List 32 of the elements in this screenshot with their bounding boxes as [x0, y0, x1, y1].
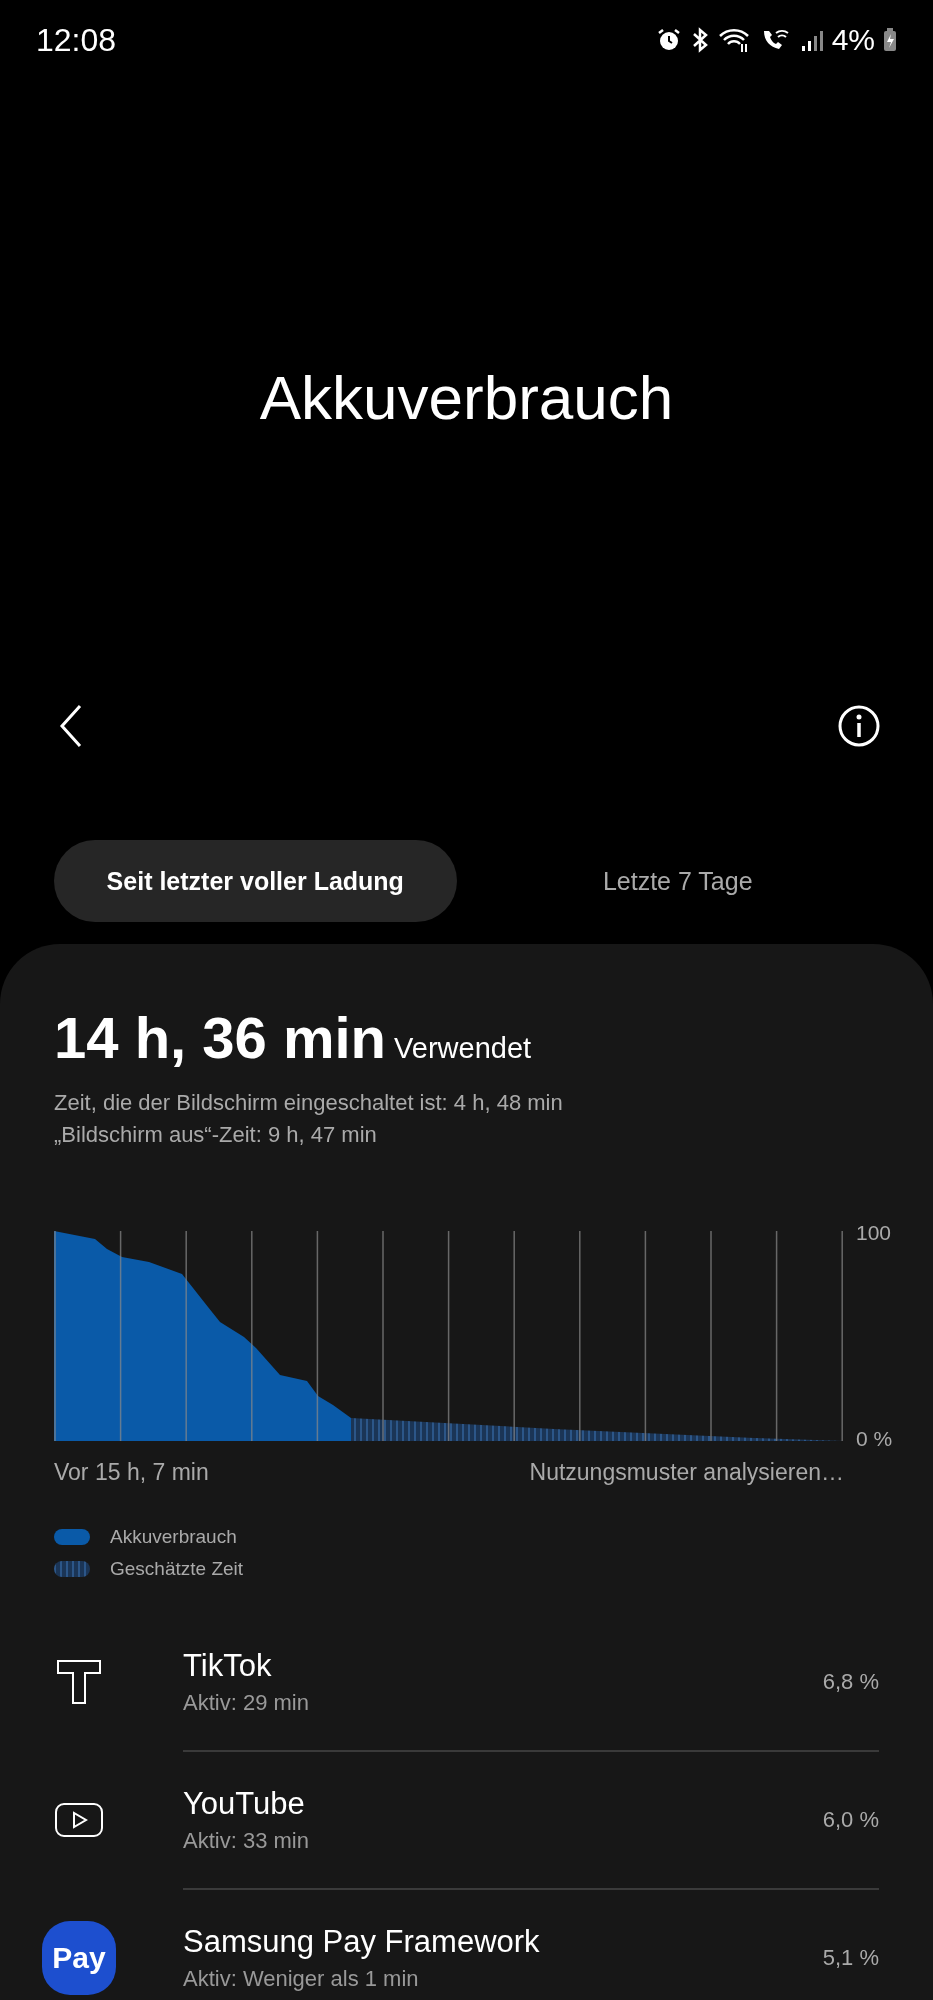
usage-percent: 6,0 % — [822, 1807, 879, 1833]
legend-swatch — [54, 1529, 90, 1545]
usage-time: 14 h, 36 min — [54, 1004, 387, 1071]
t-shape-icon — [56, 1659, 102, 1705]
active-time: Aktiv: Weniger als 1 min — [183, 1966, 420, 1992]
page-title: Akkuverbrauch — [258, 362, 675, 434]
play-icon — [55, 1803, 103, 1837]
screen-time-text: „Bildschirm aus“-Zeit: 9 h, 47 min — [54, 1121, 378, 1149]
app-name: YouTube — [183, 1786, 306, 1822]
back-icon[interactable] — [58, 704, 84, 748]
axis-label: Vor 15 h, 7 min — [54, 1459, 209, 1486]
legend-label: Akkuverbrauch — [110, 1526, 237, 1548]
battery-percent: 4% — [831, 23, 875, 57]
app-name: Samsung Pay Framework — [183, 1924, 541, 1960]
axis-label: 0 % — [856, 1427, 893, 1451]
usage-percent: 5,1 % — [822, 1945, 879, 1971]
battery-charging-icon — [883, 27, 897, 53]
usage-label: Verwendet — [394, 1032, 532, 1065]
legend-label: Geschätzte Zeit — [110, 1558, 244, 1580]
axis-label: 100 — [856, 1221, 893, 1245]
pay-icon: Pay — [42, 1921, 116, 1995]
legend-swatch — [54, 1561, 90, 1577]
status-time: 12:08 — [36, 21, 117, 59]
info-icon[interactable] — [837, 704, 881, 748]
analyze-link[interactable]: Nutzungsmuster analysieren… — [529, 1459, 844, 1486]
active-time: Aktiv: 33 min — [183, 1828, 310, 1854]
screen-time-text: Zeit, die der Bildschirm eingeschaltet ist: 4 h, 48 min — [54, 1089, 564, 1117]
tab[interactable]: Seit letzter voller Ladung — [54, 840, 457, 922]
tab[interactable]: Letzte 7 Tage — [476, 840, 879, 922]
app-name: TikTok — [183, 1648, 273, 1684]
active-time: Aktiv: 29 min — [183, 1690, 310, 1716]
usage-percent: 6,8 % — [822, 1669, 879, 1695]
